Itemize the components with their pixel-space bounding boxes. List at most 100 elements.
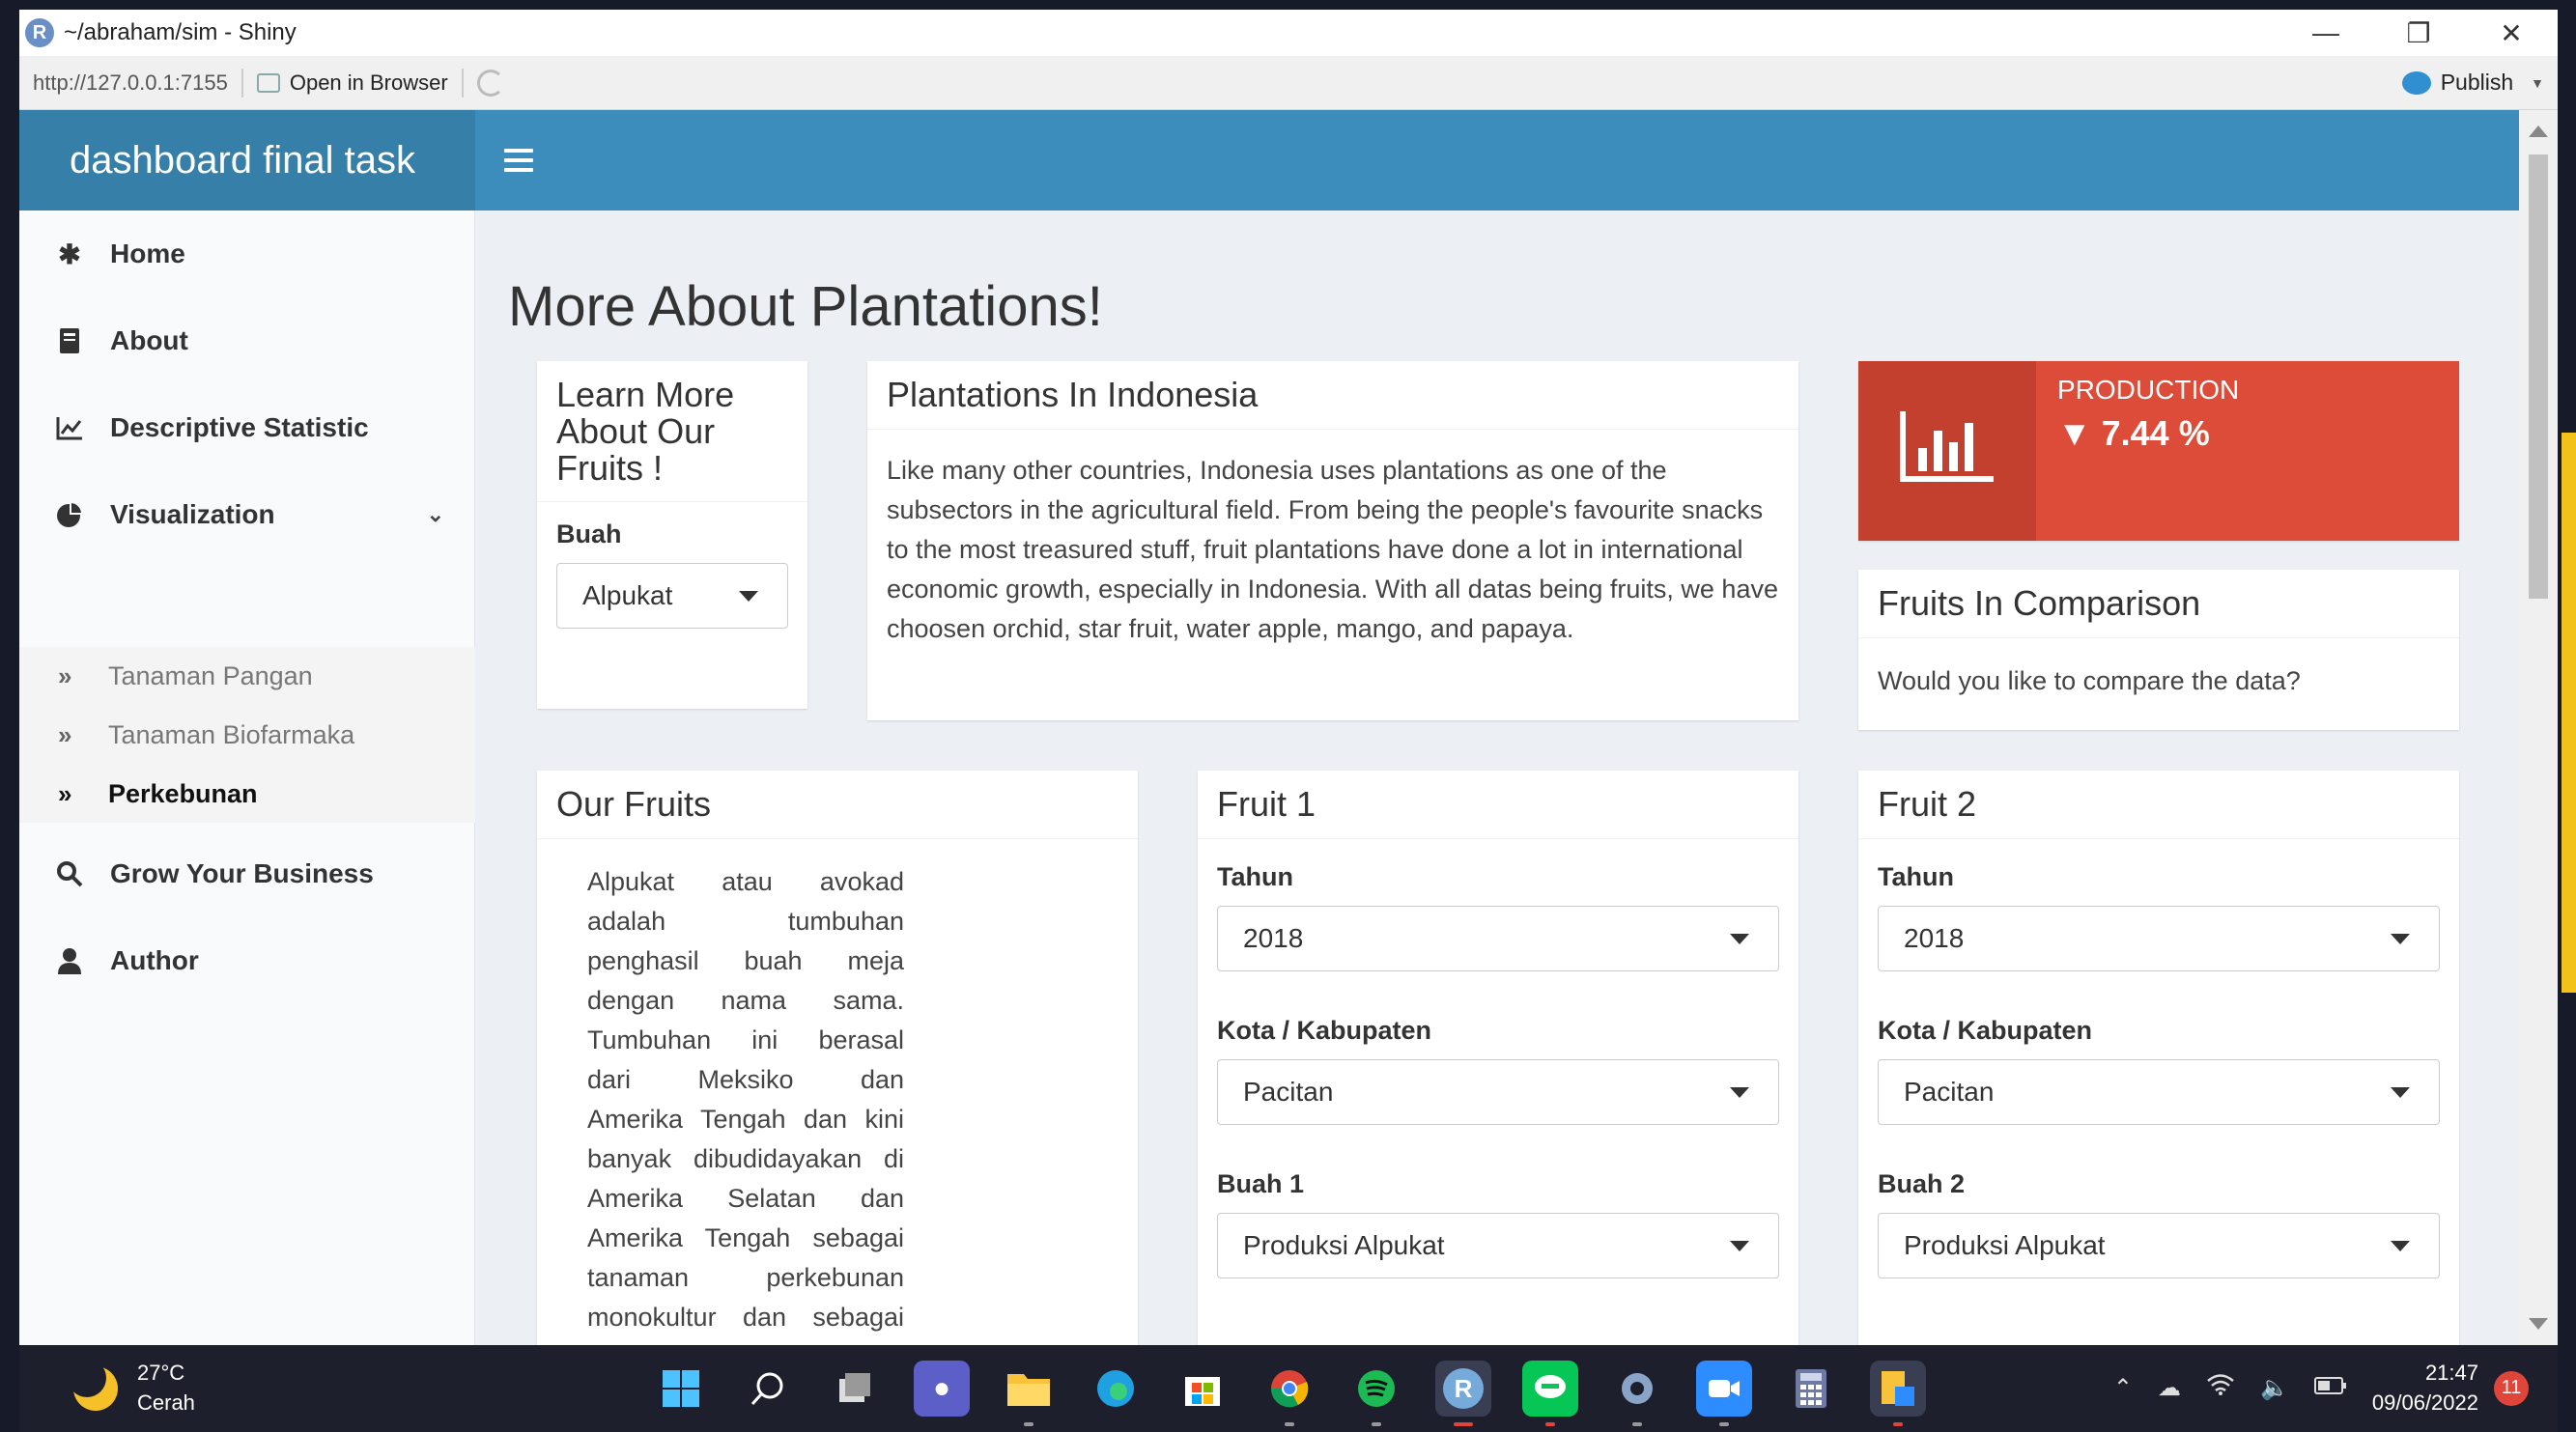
system-tray: ⌃ ☁ 🔈 21:47 09/06/2022 11 — [2113, 1359, 2529, 1418]
clock[interactable]: 21:47 09/06/2022 — [2372, 1359, 2478, 1418]
close-icon[interactable]: ✕ — [2465, 10, 2558, 56]
sidebar-item-descriptive-statistic[interactable]: Descriptive Statistic — [19, 384, 475, 471]
select-value: Produksi Alpukat — [1904, 1229, 2106, 1260]
scrollbar-thumb[interactable] — [2529, 154, 2548, 599]
sidebar-item-home[interactable]: ✱ Home — [19, 211, 475, 297]
buah-select[interactable]: Alpukat — [556, 563, 788, 630]
volume-icon[interactable]: 🔈 — [2260, 1374, 2289, 1402]
line-messenger-icon[interactable] — [1522, 1361, 1578, 1426]
chevron-down-icon[interactable]: ▼ — [2531, 75, 2544, 91]
pie-chart-icon — [54, 499, 85, 530]
zoom-icon[interactable] — [1696, 1361, 1752, 1426]
dashboard-brand[interactable]: dashboard final task — [19, 110, 475, 211]
running-indicator — [1372, 1422, 1381, 1426]
production-label: PRODUCTION — [2057, 375, 2240, 405]
plantations-box: Plantations In Indonesia Like many other… — [867, 361, 1798, 720]
chevron-up-icon[interactable]: ⌃ — [2113, 1374, 2133, 1402]
wifi-icon[interactable] — [2206, 1373, 2235, 1403]
box-title: Fruit 2 — [1858, 771, 2459, 839]
sidebar-item-author[interactable]: Author — [19, 917, 475, 1004]
spotify-icon[interactable] — [1348, 1361, 1404, 1426]
box-title: Learn More About Our Fruits ! — [537, 361, 807, 503]
publish-button[interactable]: Publish ▼ — [2401, 70, 2544, 96]
chevron-down-icon[interactable]: ⌄ — [427, 502, 444, 527]
fruit1-tahun-select[interactable]: 2018 — [1217, 905, 1779, 971]
select-value: 2018 — [1904, 922, 1965, 953]
fruit1-kota-select[interactable]: Pacitan — [1217, 1058, 1779, 1125]
notification-badge[interactable]: 11 — [2494, 1370, 2529, 1406]
toolbar-divider — [461, 68, 464, 98]
sticky-notes-icon[interactable] — [1870, 1361, 1926, 1426]
sidebar: ✱ Home About Descriptive Statistic Visua… — [19, 211, 475, 1345]
running-indicator — [1632, 1422, 1642, 1426]
viewer-toolbar: http://127.0.0.1:7155 Open in Browser Pu… — [19, 56, 2558, 110]
our-fruits-box: Our Fruits Alpukat atau avokad adalah tu… — [537, 771, 1138, 1345]
bar-chart-icon — [1858, 361, 2036, 541]
sidebar-item-grow-your-business[interactable]: Grow Your Business — [19, 830, 475, 917]
fruit-line: adalah tumbuhan — [587, 906, 904, 936]
box-title: Fruit 1 — [1198, 771, 1798, 839]
microsoft-store-icon[interactable] — [1175, 1361, 1231, 1417]
chrome-icon[interactable] — [1261, 1361, 1317, 1426]
toolbar-divider — [241, 68, 243, 98]
task-view-icon[interactable] — [827, 1361, 883, 1417]
fruit2-buah-select[interactable]: Produksi Alpukat — [1878, 1212, 2440, 1278]
edge-browser-icon[interactable] — [1088, 1361, 1144, 1417]
fruit2-tahun-select[interactable]: 2018 — [1878, 905, 2440, 971]
running-indicator — [1719, 1422, 1729, 1426]
rstudio-shiny-window: R ~/abraham/sim - Shiny — ❐ ✕ http://127… — [19, 10, 2558, 1345]
kota-label: Kota / Kabupaten — [1217, 1015, 1432, 1045]
weather-widget[interactable]: 27°C Cerah — [68, 1358, 195, 1418]
restore-icon[interactable]: ❐ — [2372, 10, 2465, 56]
fruit-line: penghasil buah meja — [587, 945, 904, 975]
onedrive-cloud-icon[interactable]: ☁ — [2158, 1374, 2181, 1402]
sidebar-subitem-label: Tanaman Pangan — [108, 660, 313, 690]
r-app-icon: R — [25, 18, 54, 47]
box-title: Fruits In Comparison — [1858, 570, 2459, 638]
scroll-up-icon[interactable] — [2529, 126, 2548, 137]
kota-label: Kota / Kabupaten — [1878, 1015, 2093, 1045]
sidebar-item-label: Visualization — [110, 499, 275, 529]
caret-down-icon — [1730, 933, 1749, 944]
visualization-submenu: » Tanaman Pangan » Tanaman Biofarmaka » … — [19, 647, 475, 823]
sidebar-subitem-tanaman-pangan[interactable]: » Tanaman Pangan — [19, 647, 475, 705]
user-icon — [54, 945, 85, 976]
fruit-line: Alpukat atau avokad — [587, 866, 904, 896]
teams-chat-icon[interactable]: ● — [914, 1361, 970, 1417]
fruit-line: Amerika Selatan dan — [587, 1183, 904, 1213]
file-explorer-icon[interactable] — [1001, 1361, 1057, 1426]
sidebar-subitem-tanaman-biofarmaka[interactable]: » Tanaman Biofarmaka — [19, 706, 475, 764]
fruit-line: Amerika Tengah sebagai — [587, 1222, 904, 1252]
tahun-label: Tahun — [1878, 861, 1954, 891]
fruit1-buah-select[interactable]: Produksi Alpukat — [1217, 1212, 1779, 1278]
sidebar-toggle-icon[interactable] — [504, 143, 533, 178]
active-indicator — [1454, 1422, 1473, 1426]
battery-icon[interactable] — [2313, 1375, 2347, 1402]
fruit2-kota-select[interactable]: Pacitan — [1878, 1058, 2440, 1125]
temperature: 27°C — [137, 1361, 185, 1385]
search-icon[interactable] — [740, 1361, 796, 1417]
page-title: More About Plantations! — [508, 275, 1103, 338]
windows-start-icon[interactable] — [653, 1361, 709, 1417]
sidebar-item-label: Author — [110, 945, 199, 975]
minimize-icon[interactable]: — — [2279, 10, 2372, 56]
rstudio-icon[interactable]: R — [1435, 1361, 1491, 1426]
sidebar-item-visualization[interactable]: Visualization ⌄ — [19, 471, 475, 558]
production-info-box: PRODUCTION ▼ 7.44 % — [1858, 361, 2459, 541]
settings-gear-icon[interactable] — [1609, 1361, 1665, 1426]
shiny-dashboard: dashboard final task ✱ Home About Descri… — [19, 110, 2519, 1345]
refresh-icon[interactable] — [476, 69, 504, 97]
double-angle-right-icon: » — [58, 778, 72, 808]
fruit-line: banyak dibudidayakan di — [587, 1143, 904, 1173]
scroll-down-icon[interactable] — [2529, 1318, 2548, 1330]
caret-down-icon — [1730, 1086, 1749, 1098]
calculator-icon[interactable] — [1783, 1361, 1839, 1417]
sidebar-item-about[interactable]: About — [19, 297, 475, 384]
taskbar: 27°C Cerah ● R ⌃ ☁ 🔈 21:47 09/06/2022 11 — [19, 1345, 2558, 1432]
tahun-label: Tahun — [1217, 861, 1293, 891]
sidebar-subitem-perkebunan[interactable]: » Perkebunan — [19, 765, 475, 823]
vertical-scrollbar[interactable] — [2519, 110, 2558, 1345]
url-text[interactable]: http://127.0.0.1:7155 — [33, 70, 228, 96]
fruit-1-box: Fruit 1 Tahun 2018 Kota / Kabupaten Paci… — [1198, 771, 1798, 1345]
open-in-browser-button[interactable]: Open in Browser — [256, 70, 448, 96]
